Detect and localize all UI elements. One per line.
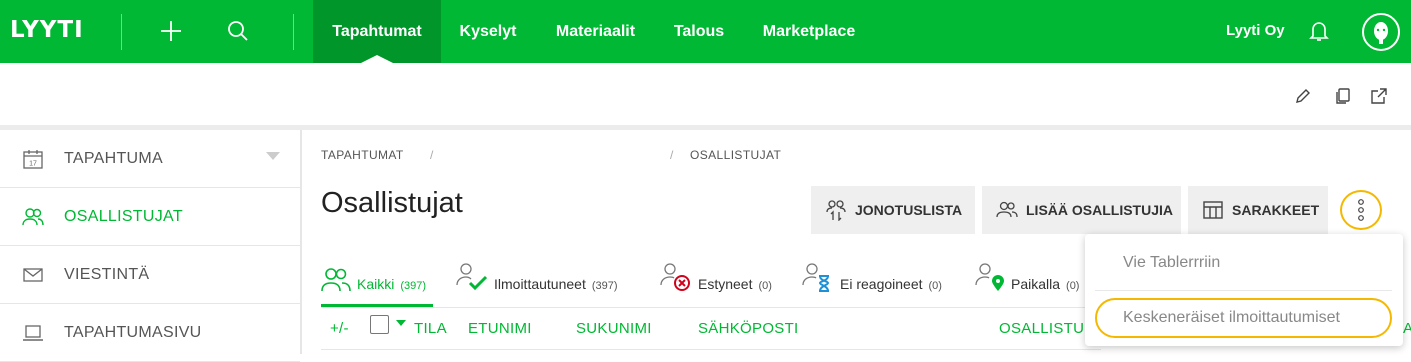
nav-kyselyt[interactable]: Kyselyt [441, 0, 535, 63]
sidebar-item-label: VIESTINTÄ [64, 265, 150, 283]
user-avatar-icon [1374, 22, 1388, 44]
more-options-dropdown: Vie Tablerrriin Keskeneräiset ilmoittaut… [1085, 234, 1403, 346]
sidebar-item-label: TAPAHTUMASIVU [64, 323, 202, 341]
divider [121, 14, 122, 50]
copy-icon[interactable] [1334, 87, 1354, 107]
waitlist-button[interactable]: JONOTUSLISTA [811, 186, 975, 234]
tab-kaikki[interactable]: Kaikki (397) [321, 258, 426, 304]
column-header-tila[interactable]: TILA [414, 320, 447, 337]
edit-pencil-icon[interactable] [1294, 87, 1314, 107]
laptop-icon [23, 325, 43, 341]
columns-button-label: SARAKKEET [1232, 202, 1320, 218]
table-header-divider [321, 349, 1101, 350]
search-icon[interactable] [224, 17, 252, 45]
tab-count: (0) [1066, 280, 1080, 292]
users-icon [996, 201, 1018, 218]
tab-count: (397) [591, 280, 618, 292]
column-header-osallistu[interactable]: OSALLISTU [999, 320, 1084, 337]
sidebar-item-label: TAPAHTUMA [64, 149, 163, 167]
sidebar-item-osallistujat[interactable]: OSALLISTUJAT [0, 188, 300, 246]
tab-estyneet[interactable]: Estyneet (0) [660, 258, 772, 304]
users-icon [22, 208, 44, 226]
sidebar: 17 TAPAHTUMA OSALLISTUJAT VIESTINTÄ TAPA… [0, 130, 302, 362]
users-icon [321, 268, 351, 292]
tab-label: Kaikki [357, 276, 395, 292]
menu-item-incomplete-registrations[interactable]: Keskeneräiset ilmoittautumiset [1095, 298, 1392, 338]
tab-count: (0) [928, 280, 942, 292]
breadcrumb-tapahtumat[interactable]: TAPAHTUMAT [321, 148, 404, 162]
tab-count: (397) [400, 280, 427, 292]
select-options-caret-icon[interactable] [396, 320, 406, 326]
waitlist-button-label: JONOTUSLISTA [855, 202, 963, 218]
lyyti-logo[interactable]: LYYTI [10, 17, 84, 43]
avatar[interactable] [1362, 13, 1400, 51]
top-navigation-bar: LYYTI Tapahtumat Kyselyt Materiaalit Tal… [0, 0, 1411, 64]
bell-icon[interactable] [1305, 17, 1333, 45]
more-options-button[interactable] [1340, 190, 1382, 230]
menu-divider [1095, 290, 1392, 291]
nav-talous[interactable]: Talous [656, 0, 742, 63]
nav-marketplace[interactable]: Marketplace [742, 0, 876, 63]
breadcrumb-separator: / [670, 148, 674, 162]
nav-tapahtumat[interactable]: Tapahtumat [313, 0, 441, 64]
sidebar-item-tapahtuma[interactable]: 17 TAPAHTUMA [0, 130, 300, 188]
nav-materiaalit[interactable]: Materiaalit [535, 0, 656, 63]
tab-label: Ei reagoineet [840, 276, 923, 292]
column-header-sukunimi[interactable]: SUKUNIMI [576, 320, 652, 337]
sub-toolbar [0, 63, 1411, 125]
tab-paikalla[interactable]: Paikalla (0) [975, 258, 1079, 304]
columns-button[interactable]: SARAKKEET [1188, 186, 1328, 234]
tab-label: Ilmoittautuneet [494, 276, 586, 292]
add-participants-button[interactable]: LISÄÄ OSALLISTUJIA [982, 186, 1181, 234]
add-participants-label: LISÄÄ OSALLISTUJIA [1026, 202, 1174, 218]
tab-ei-reagoineet[interactable]: Ei reagoineet (0) [802, 258, 942, 304]
user-location-icon [975, 263, 1004, 291]
company-name[interactable]: Lyyti Oy [1226, 22, 1285, 39]
table-columns-icon [1203, 201, 1223, 219]
user-hourglass-icon [802, 263, 830, 292]
menu-item-export-tablerrr[interactable]: Vie Tablerrriin [1085, 254, 1403, 272]
tabs-divider [321, 307, 1101, 308]
column-header-sahkoposti[interactable]: SÄHKÖPOSTI [698, 320, 799, 337]
svg-text:17: 17 [29, 161, 37, 168]
chevron-down-icon[interactable] [266, 152, 280, 162]
breadcrumb-separator: / [430, 148, 434, 162]
waitlist-icon [826, 200, 846, 221]
sidebar-item-tapahtumasivu[interactable]: TAPAHTUMASIVU [0, 304, 300, 362]
tab-ilmoittautuneet[interactable]: Ilmoittautuneet (397) [456, 258, 618, 304]
user-cancel-icon [660, 263, 690, 291]
kebab-menu-icon [1358, 199, 1364, 221]
envelope-icon [23, 268, 43, 282]
tab-count: (0) [758, 280, 772, 292]
sidebar-item-label: OSALLISTUJAT [64, 207, 183, 225]
expand-collapse-toggle[interactable]: +/- [330, 320, 349, 337]
page-title: Osallistujat [321, 187, 463, 219]
plus-icon[interactable] [157, 17, 185, 45]
select-all-checkbox[interactable] [370, 315, 389, 334]
tab-label: Paikalla [1011, 276, 1061, 292]
tab-label: Estyneet [698, 276, 753, 292]
column-header-etunimi[interactable]: ETUNIMI [468, 320, 532, 337]
user-check-icon [456, 263, 488, 291]
sidebar-item-viestinta[interactable]: VIESTINTÄ [0, 246, 300, 304]
column-header-partial[interactable]: A [1403, 320, 1411, 337]
calendar-icon: 17 [23, 150, 43, 169]
breadcrumb-osallistujat: OSALLISTUJAT [690, 148, 782, 162]
external-link-icon[interactable] [1370, 87, 1390, 107]
divider [293, 14, 294, 50]
